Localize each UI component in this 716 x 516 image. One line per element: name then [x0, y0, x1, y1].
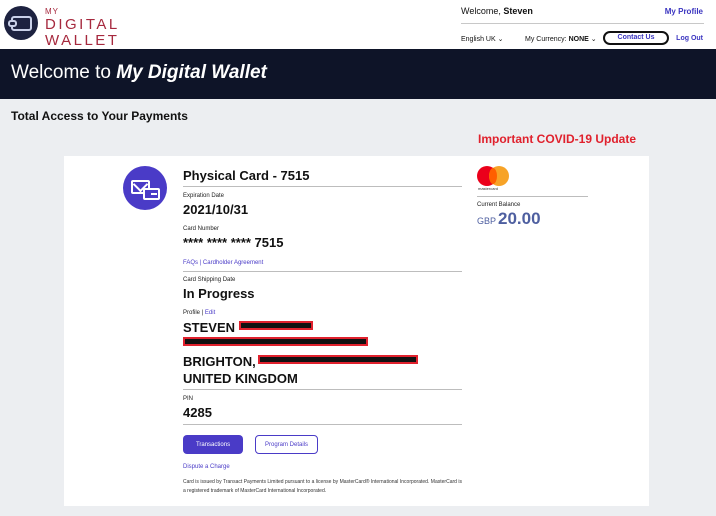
welcome-prefix: Welcome, — [461, 6, 504, 16]
covid-update-link[interactable]: Important COVID-19 Update — [478, 132, 636, 146]
page-title: Welcome to My Digital Wallet — [11, 62, 267, 84]
currency-label: My Currency: — [525, 36, 569, 43]
title-emphasis: My Digital Wallet — [116, 62, 267, 83]
wallet-logo-icon[interactable] — [4, 6, 38, 40]
dispute-charge-link[interactable]: Dispute a Charge — [183, 464, 230, 470]
brand-my: MY — [45, 7, 59, 16]
divider — [183, 389, 462, 390]
balance-label: Current Balance — [477, 202, 521, 208]
redacted-block — [183, 337, 368, 346]
contact-us-button[interactable]: Contact Us — [603, 31, 669, 45]
mastercard-overlap — [489, 168, 497, 184]
profile-city: BRIGHTON, — [183, 354, 256, 369]
header-divider — [461, 23, 704, 24]
wallet-clasp-shape — [8, 20, 17, 27]
card-number-label: Card Number — [183, 226, 220, 232]
profile-country: UNITED KINGDOM — [183, 371, 298, 386]
divider — [183, 271, 462, 272]
divider — [477, 196, 588, 197]
log-out-link[interactable]: Log Out — [676, 35, 703, 42]
card-shape — [143, 188, 160, 200]
profile-name: STEVEN — [183, 320, 236, 335]
profile-label: Profile | Edit — [183, 310, 215, 316]
transactions-button[interactable]: Transactions — [183, 435, 243, 454]
top-header: MY DIGITAL WALLET Welcome, Steven My Pro… — [0, 0, 716, 49]
currency-value: NONE — [568, 36, 589, 43]
my-profile-link[interactable]: My Profile — [665, 7, 703, 16]
welcome-user: Welcome, Steven — [461, 6, 533, 16]
language-value: English UK — [461, 36, 496, 43]
title-prefix: Welcome to — [11, 62, 117, 83]
balance-amount: 20.00 — [498, 209, 541, 228]
balance-currency: GBP — [477, 216, 497, 226]
divider — [183, 186, 462, 187]
shipping-label: Card Shipping Date — [183, 277, 236, 283]
mastercard-wordmark: mastercard — [478, 186, 499, 191]
card-links: FAQs | Cardholder Agreement — [183, 260, 263, 266]
card-panel: Physical Card - 7515 Expiration Date 202… — [64, 156, 649, 506]
brand-wallet: WALLET — [45, 32, 120, 49]
profile-edit-link[interactable]: Edit — [205, 310, 215, 316]
shipping-value: In Progress — [183, 286, 255, 301]
chevron-down-icon: ⌄ — [497, 36, 504, 43]
user-name: Steven — [503, 6, 533, 16]
divider — [183, 424, 462, 425]
envelope-card-icon — [123, 166, 167, 210]
pin-label: PIN — [183, 396, 194, 402]
redacted-block — [258, 355, 418, 364]
profile-label-text: Profile | — [183, 310, 205, 316]
language-select[interactable]: English UK ⌄ — [461, 35, 503, 43]
chevron-down-icon: ⌄ — [590, 36, 597, 43]
brand-wordmark[interactable]: MY DIGITAL WALLET — [45, 7, 120, 49]
card-title: Physical Card - 7515 — [183, 168, 310, 183]
expiration-value: 2021/10/31 — [183, 202, 249, 217]
pin-value: 4285 — [183, 405, 212, 420]
currency-select[interactable]: My Currency: NONE ⌄ — [525, 35, 597, 43]
program-details-button[interactable]: Program Details — [255, 435, 318, 454]
faqs-link[interactable]: FAQs — [183, 260, 198, 266]
redacted-block — [239, 321, 313, 330]
cardholder-agreement-link[interactable]: Cardholder Agreement — [203, 260, 263, 266]
section-subtitle: Total Access to Your Payments — [11, 109, 188, 123]
expiration-label: Expiration Date — [183, 193, 225, 199]
card-number-value: **** **** **** 7515 — [183, 235, 284, 250]
brand-digital: DIGITAL — [45, 16, 120, 33]
welcome-banner: Welcome to My Digital Wallet — [0, 49, 716, 99]
card-disclaimer: Card is issued by Transact Payments Limi… — [183, 479, 462, 494]
